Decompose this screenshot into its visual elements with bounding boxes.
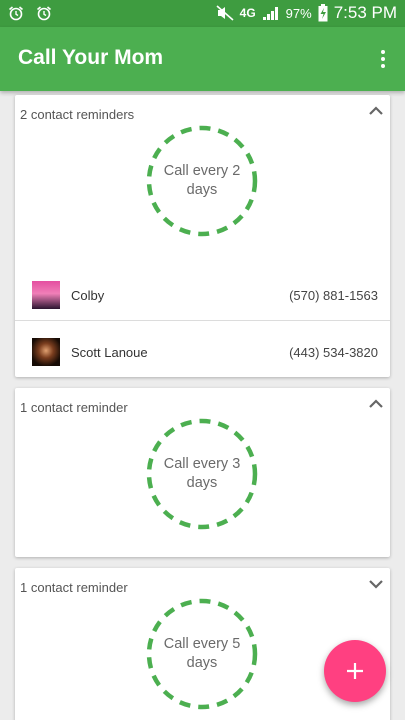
avatar bbox=[32, 281, 60, 309]
app-bar: Call Your Mom bbox=[0, 27, 405, 91]
clock: 7:53 PM bbox=[333, 3, 397, 22]
frequency-ring[interactable]: Call every 5 days bbox=[146, 598, 258, 710]
contact-row[interactable]: Scott Lanoue (443) 534-3820 bbox=[15, 325, 390, 377]
contact-phone: (443) 534-3820 bbox=[289, 345, 378, 360]
battery-charging-icon bbox=[318, 4, 328, 22]
reminder-card: 1 contact reminder Call every 3 days bbox=[15, 388, 390, 557]
network-type: 4G bbox=[239, 6, 256, 20]
alarm-icon bbox=[36, 5, 52, 21]
app-title: Call Your Mom bbox=[18, 46, 164, 69]
frequency-label: Call every 3 days bbox=[163, 456, 241, 491]
chevron-up-icon[interactable] bbox=[368, 104, 384, 116]
reminder-card: 2 contact reminders Call every 2 days Co… bbox=[15, 95, 390, 377]
reminder-count: 1 contact reminder bbox=[20, 400, 128, 415]
contact-name: Scott Lanoue bbox=[71, 345, 148, 360]
signal-icon bbox=[262, 5, 280, 21]
frequency-ring[interactable]: Call every 3 days bbox=[146, 418, 258, 530]
chevron-down-icon[interactable] bbox=[368, 577, 384, 589]
battery-percent: 97% bbox=[285, 5, 312, 21]
contact-row[interactable]: Colby (570) 881-1563 bbox=[15, 268, 390, 324]
frequency-ring[interactable]: Call every 2 days bbox=[146, 125, 258, 237]
plus-icon bbox=[347, 663, 363, 679]
divider bbox=[15, 320, 390, 321]
add-reminder-button[interactable] bbox=[324, 640, 386, 702]
contact-name: Colby bbox=[71, 288, 105, 303]
more-vert-icon[interactable] bbox=[375, 47, 391, 71]
chevron-up-icon[interactable] bbox=[368, 397, 384, 409]
contact-phone: (570) 881-1563 bbox=[289, 288, 378, 303]
avatar bbox=[32, 338, 60, 366]
frequency-label: Call every 5 days bbox=[163, 636, 241, 671]
reminder-list[interactable]: 2 contact reminders Call every 2 days Co… bbox=[0, 91, 405, 720]
status-bar: 4G 97% 7:53 PM bbox=[0, 0, 405, 27]
reminder-card: 1 contact reminder Call every 5 days bbox=[15, 568, 390, 720]
reminder-count: 1 contact reminder bbox=[20, 580, 128, 595]
frequency-label: Call every 2 days bbox=[163, 163, 241, 198]
mute-icon bbox=[216, 5, 234, 21]
alarm-icon bbox=[8, 5, 24, 21]
reminder-count: 2 contact reminders bbox=[20, 107, 135, 122]
